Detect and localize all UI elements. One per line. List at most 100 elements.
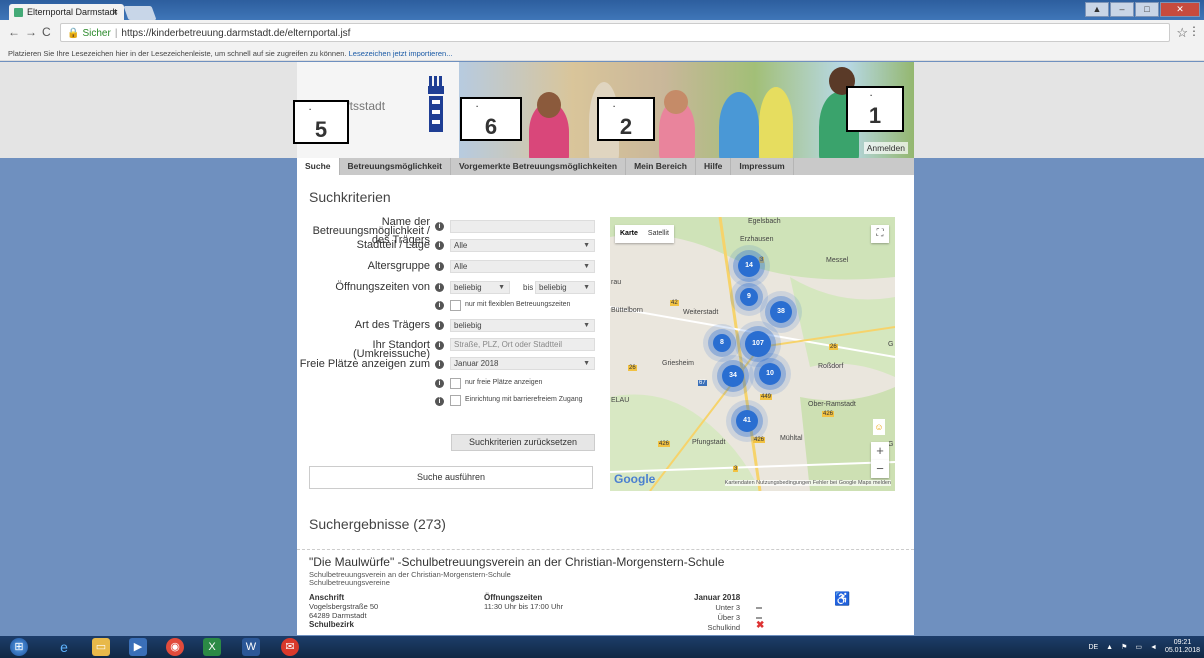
tab-hilfe[interactable]: Hilfe [696, 158, 732, 175]
annotation-box-5: .5 [293, 100, 349, 144]
word-icon[interactable]: W [242, 638, 260, 656]
windows-taskbar: ⊞ e ▭ ▶ ◉ X W ✉ DE ▲ ⚑ ▭ ◄ 09:21 05.01.2… [0, 636, 1204, 658]
barrier-free-checkbox[interactable] [450, 395, 461, 406]
name-input[interactable] [450, 220, 595, 233]
age-schoolchild: Schulkind [707, 623, 740, 632]
zoom-in-button[interactable]: + [871, 442, 889, 460]
flexible-label: nur mit flexiblen Betreuungszeiten [465, 301, 571, 308]
unavailable-x-icon: ✖ [756, 620, 765, 631]
language-indicator[interactable]: DE [1088, 644, 1098, 651]
chevron-down-icon: ▼ [583, 360, 590, 367]
run-search-button[interactable]: Suche ausführen [309, 466, 593, 489]
minimize-icon[interactable]: – [1110, 2, 1134, 17]
back-arrow-icon[interactable]: ← [8, 25, 20, 39]
city-crest-icon [428, 76, 444, 132]
carrier-select[interactable]: beliebig ▼ [450, 319, 595, 332]
internet-explorer-icon[interactable]: e [55, 638, 73, 656]
lock-icon: 🔒 [67, 28, 80, 39]
only-free-checkbox[interactable] [450, 378, 461, 389]
bookmark-star-icon[interactable]: ☆ [1176, 25, 1188, 41]
road-sign: 426 [753, 437, 766, 443]
map-cluster[interactable]: 34 [722, 365, 744, 387]
map-footer-links[interactable]: Kartendaten Nutzungsbedingungen Fehler b… [724, 480, 891, 486]
network-icon[interactable]: ▭ [1135, 643, 1142, 651]
url-field[interactable]: 🔒 Sicher | https://kinderbetreuung.darmstad… [60, 23, 1170, 42]
maximize-icon[interactable]: □ [1135, 2, 1159, 17]
zoom-out-button[interactable]: − [871, 460, 889, 478]
media-player-icon[interactable]: ▶ [129, 638, 147, 656]
info-icon[interactable]: i [435, 301, 444, 310]
login-link[interactable]: Anmelden [863, 142, 908, 154]
chevron-down-icon: ▼ [583, 322, 590, 329]
browser-menu-icon[interactable]: ⋮ [1188, 24, 1200, 38]
info-icon[interactable]: i [435, 321, 444, 330]
volume-icon[interactable]: ◄ [1150, 644, 1157, 651]
street-view-pegman-icon[interactable]: ☺ [873, 419, 885, 435]
new-tab-button[interactable] [123, 6, 157, 20]
district-select[interactable]: Alle ▼ [450, 239, 595, 252]
road-sign: 42 [670, 300, 679, 306]
tab-impressum[interactable]: Impressum [731, 158, 794, 175]
tab-close-icon[interactable]: × [113, 4, 118, 20]
address-city: 64289 Darmstadt [309, 611, 367, 620]
hours-to-select[interactable]: beliebig ▼ [535, 281, 595, 294]
tab-mein-bereich[interactable]: Mein Bereich [626, 158, 696, 175]
map-type-map[interactable]: Karte [615, 225, 643, 243]
user-icon[interactable]: ▲ [1085, 2, 1109, 17]
excel-icon[interactable]: X [203, 638, 221, 656]
map-place-label: Mühltal [780, 435, 803, 442]
location-input[interactable]: Straße, PLZ, Ort oder Stadtteil [450, 338, 595, 351]
map-cluster[interactable]: 10 [759, 363, 781, 385]
hours-label: Öffnungszeiten von [335, 281, 430, 293]
address-street: Vogelsbergstraße 50 [309, 602, 379, 611]
info-icon[interactable]: i [435, 283, 444, 292]
import-bookmarks-link[interactable]: Lesezeichen jetzt importieren... [349, 49, 453, 58]
info-icon[interactable]: i [435, 397, 444, 406]
info-icon[interactable]: i [435, 222, 444, 231]
flexible-checkbox[interactable] [450, 300, 461, 311]
road-sign: 3 [733, 466, 739, 472]
info-icon[interactable]: i [435, 341, 444, 350]
result-name-link[interactable]: "Die Maulwürfe" -Schulbetreuungsverein a… [309, 555, 724, 569]
system-tray: DE ▲ ⚑ ▭ ◄ 09:21 05.01.2018 [1088, 639, 1200, 655]
map-cluster[interactable]: 14 [738, 255, 760, 277]
hours-from-select[interactable]: beliebig ▼ [450, 281, 510, 294]
map-place-label: Pfungstadt [692, 439, 726, 446]
tray-arrow-icon[interactable]: ▲ [1106, 644, 1113, 651]
map-type-satellite[interactable]: Satellit [643, 225, 674, 243]
info-icon[interactable]: i [435, 360, 444, 369]
start-button-icon[interactable]: ⊞ [10, 638, 28, 656]
chevron-down-icon: ▼ [583, 263, 590, 270]
tab-suche[interactable]: Suche [297, 158, 340, 175]
chrome-icon[interactable]: ◉ [166, 638, 184, 656]
free-places-select[interactable]: Januar 2018 ▼ [450, 357, 595, 370]
map-cluster[interactable]: 41 [736, 410, 758, 432]
reload-icon[interactable]: C [42, 25, 51, 39]
map-cluster[interactable]: 8 [713, 334, 731, 352]
browser-tab[interactable]: Elternportal Darmstadt × [9, 4, 124, 20]
bookmark-bar: Platzieren Sie Ihre Lesezeichen hier in … [0, 47, 1204, 61]
file-explorer-icon[interactable]: ▭ [92, 638, 110, 656]
info-icon[interactable]: i [435, 262, 444, 271]
district-label: Stadtteil / Lage [356, 239, 430, 251]
forward-arrow-icon[interactable]: → [25, 25, 37, 39]
age-select[interactable]: Alle ▼ [450, 260, 595, 273]
tab-vorgemerkte[interactable]: Vorgemerkte Betreuungsmöglichkeiten [451, 158, 627, 175]
clock[interactable]: 09:21 05.01.2018 [1165, 639, 1200, 655]
carrier-label: Art des Trägers [354, 319, 430, 331]
map-place-label: Egelsbach [748, 218, 781, 225]
mail-icon[interactable]: ✉ [281, 638, 299, 656]
map-cluster[interactable]: 107 [745, 331, 771, 357]
info-icon[interactable]: i [435, 379, 444, 388]
map-cluster[interactable]: 38 [770, 301, 792, 323]
map-place-label: Weiterstadt [683, 309, 719, 316]
info-icon[interactable]: i [435, 241, 444, 250]
map-place-label: ELAU [611, 397, 630, 404]
close-window-icon[interactable]: ✕ [1160, 2, 1200, 17]
tab-betreuungsmoeglichkeit[interactable]: Betreuungsmöglichkeit [340, 158, 451, 175]
google-map[interactable]: Karte Satellit ⛶ Egelsbach Erzhausen Mes… [610, 217, 895, 491]
fullscreen-icon[interactable]: ⛶ [871, 225, 889, 243]
flag-icon[interactable]: ⚑ [1121, 643, 1127, 651]
reset-criteria-button[interactable]: Suchkriterien zurücksetzen [451, 434, 595, 451]
map-cluster[interactable]: 9 [740, 288, 758, 306]
